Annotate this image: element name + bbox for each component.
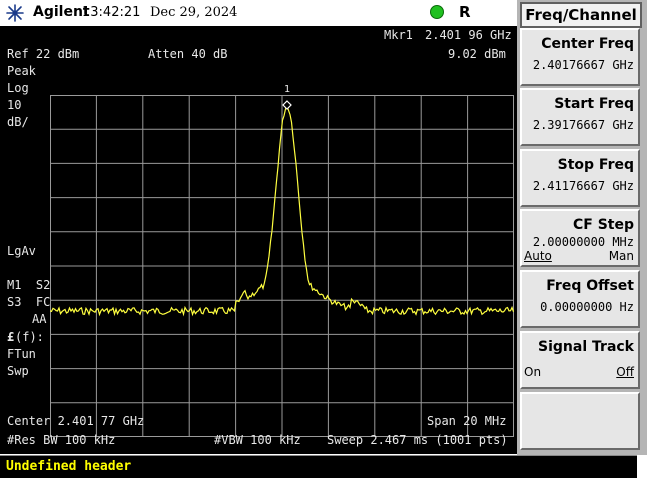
softkey-value: 2.41176667 GHz	[532, 179, 634, 193]
date: Dec 29, 2024	[150, 5, 238, 20]
softkey-label: Stop Freq	[557, 157, 634, 173]
softkey-value: 2.39176667 GHz	[532, 118, 634, 132]
softkey-option-auto: Auto	[524, 249, 552, 263]
menu-title: Freq/Channel	[520, 2, 642, 28]
scale-value: 10	[7, 98, 22, 112]
softkey-freq-offset[interactable]: Freq Offset 0.00000000 Hz	[520, 270, 640, 328]
softkey-center-freq[interactable]: Center Freq 2.40176667 GHz	[520, 28, 640, 86]
spectrum-analyzer-window: Agilent 13:42:21 Dec 29, 2024 R Mkr1 2.4…	[0, 0, 647, 481]
average-type: LgAv	[7, 244, 36, 258]
softkey-option-off: Off	[616, 365, 634, 379]
softkey-stop-freq[interactable]: Stop Freq 2.41176667 GHz	[520, 149, 640, 207]
softkey-label: Start Freq	[554, 96, 634, 112]
trace-mode-m1s2: M1 S2	[7, 278, 51, 292]
video-bandwidth: #VBW 100 kHz	[214, 433, 301, 447]
marker-diamond-icon[interactable]	[282, 100, 292, 110]
correction-symbol: £	[7, 330, 15, 344]
agilent-logo-icon	[6, 4, 24, 22]
softkey-signal-track[interactable]: Signal Track On Off	[520, 331, 640, 389]
softkey-value: 0.00000000 Hz	[540, 300, 634, 314]
clock: 13:42:21	[82, 5, 141, 20]
trace-mode-s3fc: S3 FC	[7, 295, 51, 309]
analyzer-screen: Mkr1 2.401 96 GHz Ref 22 dBm Atten 40 dB…	[0, 26, 517, 454]
freq-tune-indicator: FTun	[7, 347, 36, 361]
sweep-time: Sweep 2.467 ms (1001 pts)	[327, 433, 508, 447]
spectrum-display[interactable]	[50, 95, 514, 437]
center-frequency: Center 2.401 77 GHz	[7, 414, 145, 428]
scale-unit: dB/	[7, 115, 29, 129]
reference-level: Ref 22 dBm	[7, 47, 80, 61]
softkey-blank[interactable]	[520, 392, 640, 450]
softkey-option-on: On	[524, 365, 542, 379]
remote-indicator: R	[459, 3, 471, 21]
softkey-value: 2.00000000 MHz	[532, 235, 634, 249]
frequency-span: Span 20 MHz	[427, 414, 507, 428]
marker-number: 1	[284, 84, 291, 95]
softkey-panel: Freq/Channel Center Freq 2.40176667 GHz …	[517, 0, 647, 455]
trace-mode-aa: AA	[32, 312, 47, 326]
marker-amplitude: 9.02 dBm	[448, 47, 506, 61]
marker-label: Mkr1	[384, 28, 413, 42]
scale-type: Log	[7, 81, 29, 95]
correction-function: (f):	[15, 330, 44, 344]
marker-frequency: 2.401 96 GHz	[425, 28, 512, 42]
message-line: Undefined header	[0, 455, 637, 478]
softkey-label: Signal Track	[538, 339, 634, 355]
status-led-icon	[430, 5, 444, 19]
softkey-option-man: Man	[608, 249, 634, 263]
softkey-value: 2.40176667 GHz	[532, 58, 634, 72]
softkey-label: Freq Offset	[546, 278, 634, 294]
status-message: Undefined header	[6, 459, 132, 474]
softkey-label: Center Freq	[541, 36, 634, 52]
sweep-indicator: Swp	[7, 364, 29, 378]
title-bar: Agilent 13:42:21 Dec 29, 2024 R	[0, 0, 517, 27]
softkey-start-freq[interactable]: Start Freq 2.39176667 GHz	[520, 88, 640, 146]
softkey-cf-step[interactable]: CF Step 2.00000000 MHz Auto Man	[520, 209, 640, 267]
attenuation: Atten 40 dB	[148, 47, 228, 61]
detector-peak: Peak	[7, 64, 36, 78]
softkey-label: CF Step	[572, 217, 634, 233]
resolution-bandwidth: #Res BW 100 kHz	[7, 433, 116, 447]
